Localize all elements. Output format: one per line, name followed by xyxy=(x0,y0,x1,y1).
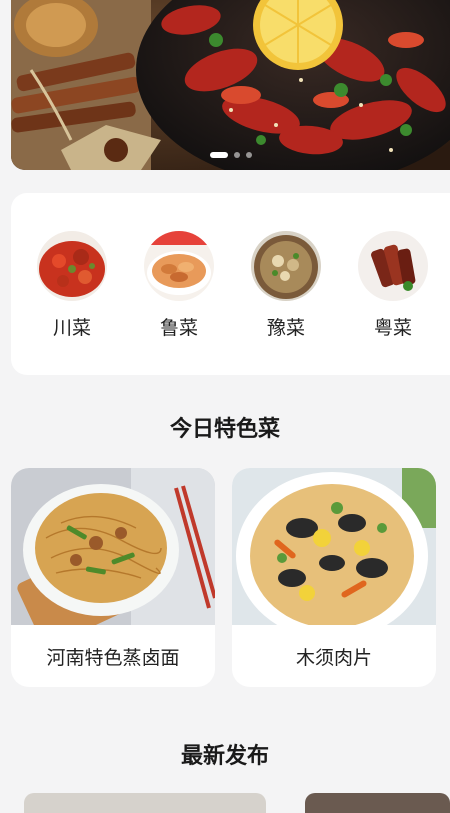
latest-item-card[interactable] xyxy=(305,793,450,813)
banner-dot[interactable] xyxy=(209,152,228,158)
category-cantonese[interactable]: 粤菜 xyxy=(357,231,429,340)
category-label: 鲁菜 xyxy=(159,317,198,339)
braised-noodles-image xyxy=(11,468,215,625)
sichuan-dish-image xyxy=(37,231,107,301)
category-shandong[interactable]: 鲁菜 xyxy=(143,231,215,340)
dish-card-muxu-pork[interactable]: 木须肉片 xyxy=(232,468,436,687)
dish-name: 木须肉片 xyxy=(295,647,372,669)
banner-dot[interactable] xyxy=(245,152,252,158)
shandong-dish-image xyxy=(144,231,214,301)
category-label: 豫菜 xyxy=(266,317,305,339)
category-card: 川菜 鲁菜 豫菜 粤菜 xyxy=(11,193,450,375)
cantonese-dish-image xyxy=(358,231,428,301)
latest-section-title: 最新发布 xyxy=(180,744,269,769)
muxu-pork-image xyxy=(232,468,436,625)
henan-dish-image xyxy=(251,231,321,301)
dish-card-noodles[interactable]: 河南特色蒸卤面 xyxy=(11,468,215,687)
banner-dot[interactable] xyxy=(233,152,240,158)
category-sichuan[interactable]: 川菜 xyxy=(36,231,108,340)
dish-name: 河南特色蒸卤面 xyxy=(46,647,180,669)
category-label: 川菜 xyxy=(52,317,91,339)
today-section-title: 今日特色菜 xyxy=(169,417,280,442)
top-banner[interactable] xyxy=(11,0,450,170)
category-label: 粤菜 xyxy=(373,317,412,339)
latest-item-card[interactable] xyxy=(24,793,266,813)
banner-indicator[interactable] xyxy=(11,152,450,158)
banner-image xyxy=(11,0,450,170)
category-henan[interactable]: 豫菜 xyxy=(250,231,322,340)
